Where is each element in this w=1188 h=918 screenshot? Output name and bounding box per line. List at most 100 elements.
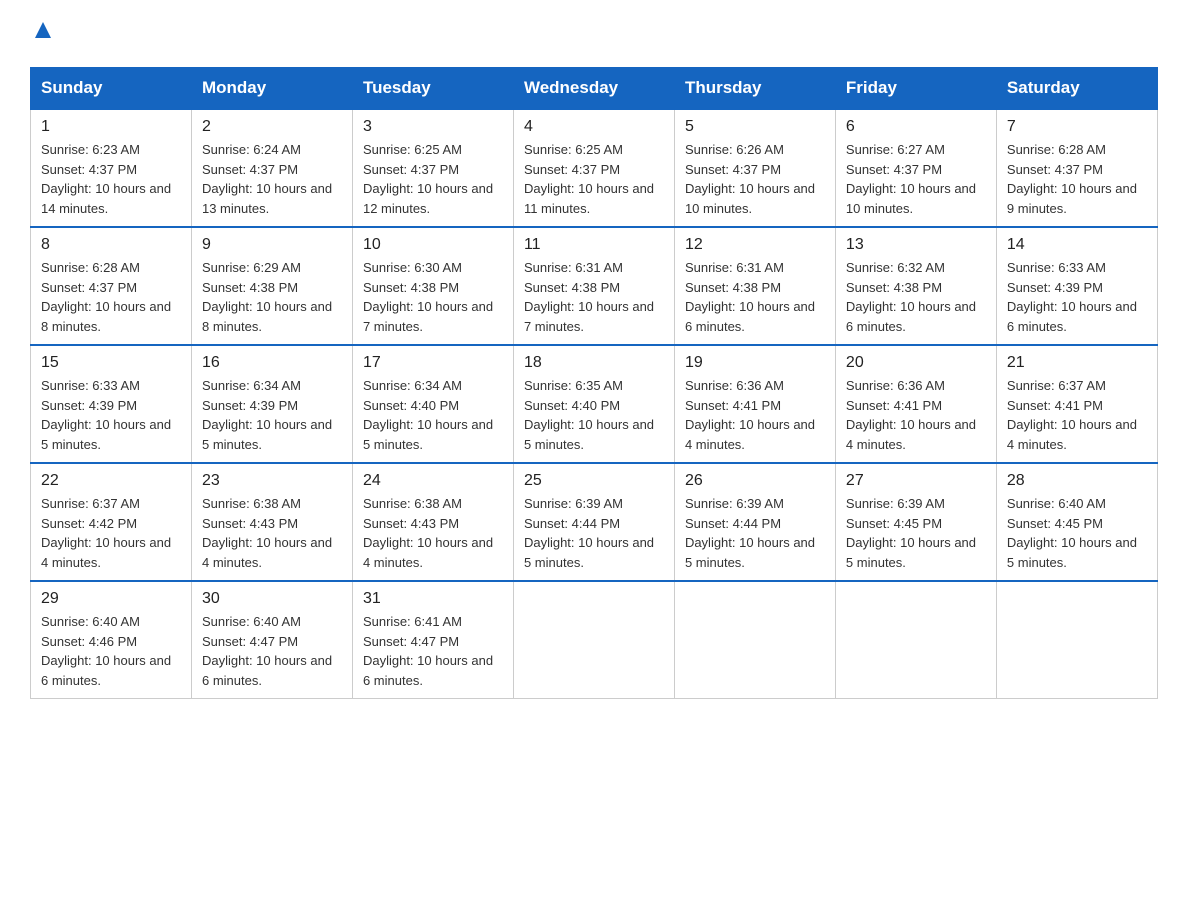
calendar-cell: 16 Sunrise: 6:34 AM Sunset: 4:39 PM Dayl… [191, 345, 352, 463]
day-number: 15 [41, 354, 181, 372]
weekday-header-saturday: Saturday [996, 68, 1157, 110]
calendar-week-row: 29 Sunrise: 6:40 AM Sunset: 4:46 PM Dayl… [31, 581, 1158, 699]
calendar-cell: 6 Sunrise: 6:27 AM Sunset: 4:37 PM Dayli… [835, 109, 996, 227]
sunset-label: Sunset: 4:38 PM [202, 280, 298, 295]
day-info: Sunrise: 6:37 AM Sunset: 4:41 PM Dayligh… [1007, 376, 1147, 454]
calendar-cell: 28 Sunrise: 6:40 AM Sunset: 4:45 PM Dayl… [996, 463, 1157, 581]
sunset-label: Sunset: 4:37 PM [1007, 162, 1103, 177]
day-number: 30 [202, 590, 342, 608]
calendar-week-row: 8 Sunrise: 6:28 AM Sunset: 4:37 PM Dayli… [31, 227, 1158, 345]
daylight-label: Daylight: 10 hours and 5 minutes. [524, 417, 654, 452]
day-number: 24 [363, 472, 503, 490]
sunrise-label: Sunrise: 6:32 AM [846, 260, 945, 275]
daylight-label: Daylight: 10 hours and 6 minutes. [41, 653, 171, 688]
sunrise-label: Sunrise: 6:34 AM [363, 378, 462, 393]
sunrise-label: Sunrise: 6:30 AM [363, 260, 462, 275]
daylight-label: Daylight: 10 hours and 6 minutes. [202, 653, 332, 688]
day-info: Sunrise: 6:30 AM Sunset: 4:38 PM Dayligh… [363, 258, 503, 336]
logo [30, 20, 53, 47]
sunset-label: Sunset: 4:43 PM [202, 516, 298, 531]
daylight-label: Daylight: 10 hours and 5 minutes. [202, 417, 332, 452]
calendar-cell: 20 Sunrise: 6:36 AM Sunset: 4:41 PM Dayl… [835, 345, 996, 463]
sunrise-label: Sunrise: 6:29 AM [202, 260, 301, 275]
daylight-label: Daylight: 10 hours and 7 minutes. [363, 299, 493, 334]
calendar-cell: 27 Sunrise: 6:39 AM Sunset: 4:45 PM Dayl… [835, 463, 996, 581]
sunset-label: Sunset: 4:41 PM [1007, 398, 1103, 413]
day-info: Sunrise: 6:39 AM Sunset: 4:45 PM Dayligh… [846, 494, 986, 572]
day-info: Sunrise: 6:24 AM Sunset: 4:37 PM Dayligh… [202, 140, 342, 218]
sunrise-label: Sunrise: 6:36 AM [846, 378, 945, 393]
daylight-label: Daylight: 10 hours and 13 minutes. [202, 181, 332, 216]
sunrise-label: Sunrise: 6:24 AM [202, 142, 301, 157]
calendar-cell: 4 Sunrise: 6:25 AM Sunset: 4:37 PM Dayli… [513, 109, 674, 227]
daylight-label: Daylight: 10 hours and 4 minutes. [685, 417, 815, 452]
daylight-label: Daylight: 10 hours and 8 minutes. [202, 299, 332, 334]
day-info: Sunrise: 6:32 AM Sunset: 4:38 PM Dayligh… [846, 258, 986, 336]
day-number: 10 [363, 236, 503, 254]
day-number: 21 [1007, 354, 1147, 372]
day-info: Sunrise: 6:38 AM Sunset: 4:43 PM Dayligh… [202, 494, 342, 572]
day-info: Sunrise: 6:34 AM Sunset: 4:40 PM Dayligh… [363, 376, 503, 454]
sunrise-label: Sunrise: 6:27 AM [846, 142, 945, 157]
daylight-label: Daylight: 10 hours and 5 minutes. [41, 417, 171, 452]
sunset-label: Sunset: 4:41 PM [685, 398, 781, 413]
day-info: Sunrise: 6:34 AM Sunset: 4:39 PM Dayligh… [202, 376, 342, 454]
daylight-label: Daylight: 10 hours and 5 minutes. [363, 417, 493, 452]
logo-triangle-icon [33, 20, 53, 45]
sunset-label: Sunset: 4:37 PM [41, 280, 137, 295]
day-number: 6 [846, 118, 986, 136]
sunset-label: Sunset: 4:41 PM [846, 398, 942, 413]
day-info: Sunrise: 6:38 AM Sunset: 4:43 PM Dayligh… [363, 494, 503, 572]
calendar-cell: 7 Sunrise: 6:28 AM Sunset: 4:37 PM Dayli… [996, 109, 1157, 227]
sunset-label: Sunset: 4:38 PM [363, 280, 459, 295]
sunrise-label: Sunrise: 6:33 AM [41, 378, 140, 393]
day-info: Sunrise: 6:28 AM Sunset: 4:37 PM Dayligh… [1007, 140, 1147, 218]
sunset-label: Sunset: 4:37 PM [202, 162, 298, 177]
sunset-label: Sunset: 4:45 PM [1007, 516, 1103, 531]
day-info: Sunrise: 6:31 AM Sunset: 4:38 PM Dayligh… [685, 258, 825, 336]
daylight-label: Daylight: 10 hours and 5 minutes. [524, 535, 654, 570]
calendar-cell: 23 Sunrise: 6:38 AM Sunset: 4:43 PM Dayl… [191, 463, 352, 581]
day-info: Sunrise: 6:25 AM Sunset: 4:37 PM Dayligh… [524, 140, 664, 218]
daylight-label: Daylight: 10 hours and 10 minutes. [685, 181, 815, 216]
calendar-cell: 30 Sunrise: 6:40 AM Sunset: 4:47 PM Dayl… [191, 581, 352, 699]
day-info: Sunrise: 6:40 AM Sunset: 4:47 PM Dayligh… [202, 612, 342, 690]
calendar-week-row: 22 Sunrise: 6:37 AM Sunset: 4:42 PM Dayl… [31, 463, 1158, 581]
day-number: 29 [41, 590, 181, 608]
calendar-cell: 19 Sunrise: 6:36 AM Sunset: 4:41 PM Dayl… [674, 345, 835, 463]
sunrise-label: Sunrise: 6:31 AM [524, 260, 623, 275]
sunrise-label: Sunrise: 6:26 AM [685, 142, 784, 157]
day-number: 11 [524, 236, 664, 254]
day-info: Sunrise: 6:26 AM Sunset: 4:37 PM Dayligh… [685, 140, 825, 218]
calendar-cell: 26 Sunrise: 6:39 AM Sunset: 4:44 PM Dayl… [674, 463, 835, 581]
daylight-label: Daylight: 10 hours and 5 minutes. [1007, 535, 1137, 570]
sunrise-label: Sunrise: 6:36 AM [685, 378, 784, 393]
sunset-label: Sunset: 4:37 PM [685, 162, 781, 177]
weekday-header-sunday: Sunday [31, 68, 192, 110]
daylight-label: Daylight: 10 hours and 5 minutes. [846, 535, 976, 570]
weekday-header-tuesday: Tuesday [352, 68, 513, 110]
sunset-label: Sunset: 4:39 PM [1007, 280, 1103, 295]
day-number: 20 [846, 354, 986, 372]
sunrise-label: Sunrise: 6:33 AM [1007, 260, 1106, 275]
day-number: 23 [202, 472, 342, 490]
day-number: 3 [363, 118, 503, 136]
day-number: 17 [363, 354, 503, 372]
sunrise-label: Sunrise: 6:25 AM [524, 142, 623, 157]
weekday-header-thursday: Thursday [674, 68, 835, 110]
sunset-label: Sunset: 4:38 PM [524, 280, 620, 295]
daylight-label: Daylight: 10 hours and 4 minutes. [846, 417, 976, 452]
calendar-cell: 3 Sunrise: 6:25 AM Sunset: 4:37 PM Dayli… [352, 109, 513, 227]
day-number: 1 [41, 118, 181, 136]
sunset-label: Sunset: 4:44 PM [524, 516, 620, 531]
sunset-label: Sunset: 4:42 PM [41, 516, 137, 531]
weekday-header-friday: Friday [835, 68, 996, 110]
day-info: Sunrise: 6:36 AM Sunset: 4:41 PM Dayligh… [846, 376, 986, 454]
daylight-label: Daylight: 10 hours and 9 minutes. [1007, 181, 1137, 216]
day-info: Sunrise: 6:25 AM Sunset: 4:37 PM Dayligh… [363, 140, 503, 218]
daylight-label: Daylight: 10 hours and 4 minutes. [363, 535, 493, 570]
day-number: 19 [685, 354, 825, 372]
sunset-label: Sunset: 4:37 PM [363, 162, 459, 177]
sunset-label: Sunset: 4:39 PM [202, 398, 298, 413]
calendar-cell: 8 Sunrise: 6:28 AM Sunset: 4:37 PM Dayli… [31, 227, 192, 345]
